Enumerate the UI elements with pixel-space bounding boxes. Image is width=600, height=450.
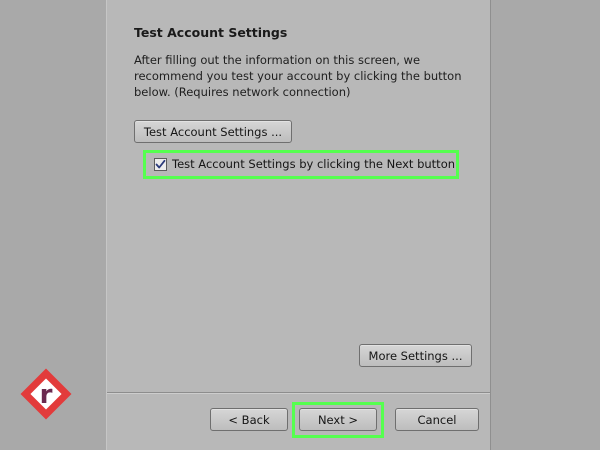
section-description: After filling out the information on thi… <box>134 53 462 99</box>
back-button[interactable]: < Back <box>210 408 288 431</box>
test-on-next-checkbox-row[interactable]: Test Account Settings by clicking the Ne… <box>154 157 455 171</box>
cancel-button[interactable]: Cancel <box>395 408 479 431</box>
next-button[interactable]: Next > <box>299 408 377 431</box>
more-settings-button[interactable]: More Settings ... <box>359 344 472 367</box>
section-title: Test Account Settings <box>134 25 288 40</box>
test-on-next-checkbox[interactable] <box>154 157 167 171</box>
logo-letter: r <box>40 380 53 410</box>
test-on-next-checkbox-label: Test Account Settings by clicking the Ne… <box>172 157 456 171</box>
test-account-settings-button[interactable]: Test Account Settings ... <box>134 120 292 143</box>
checkmark-icon <box>155 159 166 168</box>
footer-separator <box>107 392 490 394</box>
brand-logo-icon: r <box>18 366 74 422</box>
